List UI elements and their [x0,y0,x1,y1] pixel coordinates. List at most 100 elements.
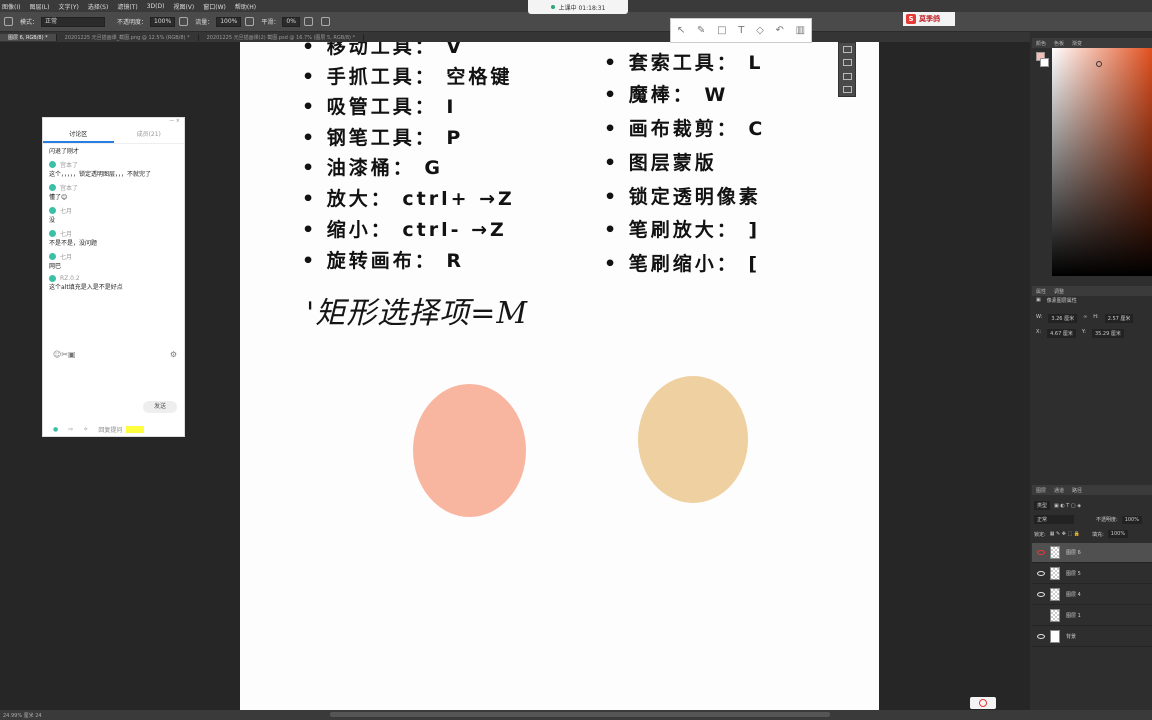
text-icon[interactable]: T [738,25,744,36]
layer-kind-select[interactable]: 类型 [1034,501,1051,510]
menu-3d[interactable]: 3D(D) [147,3,165,10]
visibility-eye-icon[interactable] [1037,592,1045,597]
tab-doc-2[interactable]: 20201225 元旦插画课_截图.png @ 12.5% (RGB/8) * [57,33,199,41]
pen-icon[interactable]: ✎ [697,25,705,36]
shortcut-layer-mask: • 图层蒙版 [604,152,717,174]
layer-row[interactable]: 背景 [1032,627,1152,647]
y-field[interactable]: 35.29 厘米 [1091,329,1124,338]
hidden-eye-icon[interactable] [1037,613,1045,618]
smooth-label: 平滑： [261,19,280,26]
tab-members[interactable]: 成员(21) [114,126,185,143]
menu-filter[interactable]: 滤镜(T) [117,2,137,11]
shortcut-eyedropper: • 吸管工具： I [302,96,457,118]
screen-record-button[interactable] [970,697,996,709]
w-field[interactable]: 3.26 厘米 [1048,314,1078,323]
sender-name: 七月 [60,208,73,215]
document-canvas[interactable]: • 移动工具： V • 手抓工具： 空格键 • 吸管工具： I • 钢笔工具： … [240,42,879,710]
brush-preset-icon[interactable] [842,46,852,54]
emoji-icon[interactable]: ☺ [53,350,61,359]
recording-timer[interactable]: 上课中 01:18:31 [528,0,628,14]
chat-sender: 宫本了 [49,160,178,169]
visibility-eye-icon[interactable] [1037,550,1045,555]
shortcut-brush-smaller: • 笔刷缩小： [ [604,253,761,275]
pixel-layer-icon: ▣ [1036,297,1041,303]
tab-doc-1[interactable]: 图层 6, RGB/8) * [0,33,57,41]
layer-name: 背景 [1066,634,1077,640]
scissors-icon[interactable]: ✂ [61,350,68,359]
fill-field[interactable]: 100% [1107,530,1129,538]
smooth-field[interactable]: 0% [282,16,300,27]
layer-row[interactable]: 图层 6 [1032,543,1152,563]
actions-icon[interactable] [842,85,852,93]
tab-swatches[interactable]: 色板 [1054,40,1064,47]
rectangle-icon[interactable]: □ [717,25,726,36]
menu-help[interactable]: 帮助(H) [235,2,256,11]
pressure-opacity-icon[interactable] [179,17,189,26]
color-picker-cursor[interactable] [1096,61,1102,67]
visibility-eye-icon[interactable] [1037,634,1045,639]
y-label: Y: [1081,329,1086,335]
tab-discussion[interactable]: 讨论区 [43,126,114,143]
history-icon[interactable] [842,72,852,80]
chat-window-controls[interactable]: — × [43,118,184,126]
menu-window[interactable]: 窗口(W) [203,2,226,11]
chat-sender: 七月 [49,229,178,238]
eraser-icon[interactable]: ◇ [756,25,764,36]
blend-mode-select[interactable]: 正常 [1034,515,1074,524]
brush-tool-icon[interactable] [4,17,13,26]
pin-icon[interactable]: ✧ [83,426,88,433]
handwritten-note: '矩形选择项=M [306,296,529,331]
horizontal-scrollbar[interactable] [330,712,830,717]
fill-label: 填充: [1092,531,1104,538]
image-icon[interactable]: ▣ [68,350,76,359]
tab-color[interactable]: 颜色 [1036,40,1046,47]
tab-gradient[interactable]: 渐变 [1072,40,1082,47]
undo-icon[interactable]: ↶ [776,25,784,36]
pointer-icon[interactable]: ↖ [677,25,685,36]
tab-doc-3[interactable]: 20201225 元旦插画课(2) 截图.psd @ 16.7% (图层 5, … [199,33,365,41]
menu-type[interactable]: 文字(Y) [58,2,78,11]
flow-field[interactable]: 100% [216,16,242,27]
airbrush-icon[interactable] [245,17,255,26]
settings-icon[interactable]: ⚙ [170,350,177,359]
clone-source-icon[interactable] [842,59,852,67]
color-picker-field[interactable] [1052,48,1152,276]
layer-opacity-field[interactable]: 100% [1121,515,1142,524]
tab-properties[interactable]: 属性 [1036,288,1046,295]
gear-icon[interactable] [303,17,313,26]
menu-layer[interactable]: 图层(L) [29,2,49,11]
sender-name: RZ.0.2 [60,275,80,282]
h-field[interactable]: 2.57 厘米 [1104,314,1134,323]
send-button[interactable]: 发送 [143,401,177,413]
link-icon[interactable]: ∞ [1083,314,1087,323]
background-color-swatch[interactable] [1040,58,1049,67]
layer-row[interactable]: 图层 4 [1032,585,1152,605]
lock-icons[interactable]: ▦ ✎ ✥ ⬚ 🔒 [1050,531,1080,537]
trash-icon[interactable]: ▥ [796,25,805,36]
tab-paths[interactable]: 路径 [1072,487,1082,494]
share-icon[interactable]: ⇨ [68,426,73,433]
layer-row[interactable]: 图层 1 [1032,606,1152,626]
menu-view[interactable]: 视图(V) [173,2,194,11]
filter-icons[interactable]: ▣ ◐ T ▢ ◈ [1054,503,1081,509]
annotation-toolbar: ↖ ✎ □ T ◇ ↶ ▥ [670,18,812,43]
chat-message: 没 [49,217,56,224]
tab-layers[interactable]: 图层 [1036,487,1046,494]
menu-select[interactable]: 选择(S) [88,2,109,11]
menu-image[interactable]: 图像(I) [2,2,20,11]
properties-title: 像素图层属性 [1046,298,1077,304]
layer-thumbnail [1050,567,1060,580]
avatar [49,230,56,237]
tab-channels[interactable]: 通道 [1054,487,1064,494]
lock-label: 锁定: [1034,531,1046,538]
visibility-eye-icon[interactable] [1037,571,1045,576]
tab-adjustments[interactable]: 调整 [1054,288,1064,295]
layer-row[interactable]: 图层 5 [1032,564,1152,584]
shortcut-lock-transparent: • 锁定透明像素 [604,186,761,208]
x-field[interactable]: 4.67 厘米 [1047,329,1076,338]
mic-icon[interactable]: ● [53,426,58,433]
opacity-field[interactable]: 100% [150,16,176,27]
zoom-readout[interactable]: 24.99% 厘米 24 [3,712,42,719]
pressure-size-icon[interactable] [320,17,330,26]
mode-select[interactable]: 正常 [41,16,106,27]
